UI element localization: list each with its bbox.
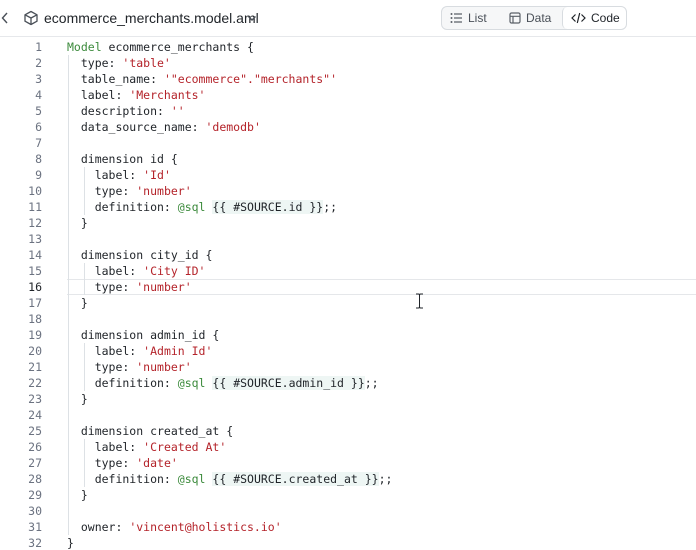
line-number: 24 — [28, 408, 42, 422]
line-number: 15 — [28, 264, 42, 278]
line-number: 6 — [35, 120, 42, 134]
line-number: 8 — [35, 152, 42, 166]
code-line[interactable] — [67, 135, 696, 151]
line-number: 10 — [28, 184, 42, 198]
line-number: 2 — [35, 56, 42, 70]
tab-code[interactable]: Code — [562, 7, 626, 29]
line-number-gutter: 1 2 3 4 5 6 7 8 9 10 11 12 13 14 15 16 1… — [0, 39, 48, 550]
tab-data[interactable]: Data — [501, 7, 562, 29]
code-line[interactable]: } — [67, 487, 696, 503]
code-line[interactable]: dimension admin_id { — [67, 327, 696, 343]
code-line[interactable]: Model ecommerce_merchants { — [67, 39, 696, 55]
line-number: 1 — [35, 40, 42, 54]
code-line[interactable]: owner: 'vincent@holistics.io' — [67, 519, 696, 535]
code-line[interactable]: } — [67, 391, 696, 407]
code-line[interactable]: label: 'Merchants' — [67, 87, 696, 103]
code-line[interactable] — [67, 231, 696, 247]
code-line[interactable] — [67, 407, 696, 423]
text-cursor-icon — [416, 293, 423, 309]
editor-header: ecommerce_merchants.model.aml List Data … — [0, 0, 696, 37]
code-icon — [571, 12, 586, 24]
tab-list[interactable]: List — [442, 7, 501, 29]
code-line[interactable]: dimension created_at { — [67, 423, 696, 439]
line-number-active: 16 — [28, 280, 42, 294]
code-line[interactable]: } — [67, 215, 696, 231]
tab-list-label: List — [468, 11, 487, 25]
line-number: 23 — [28, 392, 42, 406]
line-number: 20 — [28, 344, 42, 358]
line-number: 18 — [28, 312, 42, 326]
code-line[interactable]: } — [67, 295, 696, 311]
code-line[interactable]: definition: @sql {{ #SOURCE.id }};; — [67, 199, 696, 215]
list-icon — [450, 13, 462, 23]
line-number: 31 — [28, 520, 42, 534]
code-line[interactable]: } — [67, 535, 696, 550]
line-number: 7 — [35, 136, 42, 150]
code-line[interactable]: dimension city_id { — [67, 247, 696, 263]
cube-icon — [24, 10, 38, 26]
code-line[interactable]: data_source_name: 'demodb' — [67, 119, 696, 135]
line-number: 5 — [35, 104, 42, 118]
view-switcher: List Data Code — [441, 6, 627, 30]
line-number: 25 — [28, 424, 42, 438]
code-line[interactable]: type: 'date' — [67, 455, 696, 471]
chevron-down-icon[interactable] — [246, 12, 258, 24]
line-number: 19 — [28, 328, 42, 342]
code-line[interactable]: type: 'number' — [67, 183, 696, 199]
line-number: 9 — [35, 168, 42, 182]
chevron-left-icon — [1, 12, 8, 24]
tab-data-label: Data — [526, 11, 552, 25]
code-line[interactable]: type: 'number' — [67, 359, 696, 375]
code-line[interactable]: type: 'number' — [67, 279, 696, 295]
code-line[interactable]: type: 'table' — [67, 55, 696, 71]
line-number: 17 — [28, 296, 42, 310]
line-number: 21 — [28, 360, 42, 374]
code-line[interactable]: label: 'Created At' — [67, 439, 696, 455]
code-line[interactable]: table_name: '"ecommerce"."merchants"' — [67, 71, 696, 87]
code-line[interactable] — [67, 503, 696, 519]
line-number: 29 — [28, 488, 42, 502]
tab-code-label: Code — [591, 11, 620, 25]
line-number: 13 — [28, 232, 42, 246]
line-number: 12 — [28, 216, 42, 230]
back-button[interactable] — [0, 9, 10, 27]
code-line[interactable]: label: 'Admin Id' — [67, 343, 696, 359]
line-number: 4 — [35, 88, 42, 102]
line-number: 3 — [35, 72, 42, 86]
code-editor[interactable]: 1 2 3 4 5 6 7 8 9 10 11 12 13 14 15 16 1… — [0, 37, 696, 550]
code-line[interactable]: description: '' — [67, 103, 696, 119]
line-number: 28 — [28, 472, 42, 486]
line-number: 30 — [28, 504, 42, 518]
line-number: 14 — [28, 248, 42, 262]
code-line[interactable]: dimension id { — [67, 151, 696, 167]
code-lines[interactable]: Model ecommerce_merchants { type: 'table… — [67, 39, 696, 550]
line-number: 22 — [28, 376, 42, 390]
table-icon — [509, 12, 521, 24]
line-number: 11 — [28, 200, 42, 214]
line-number: 26 — [28, 440, 42, 454]
line-number: 32 — [28, 536, 42, 550]
line-number: 27 — [28, 456, 42, 470]
file-name: ecommerce_merchants.model.aml — [44, 10, 259, 26]
code-line[interactable] — [67, 311, 696, 327]
code-line[interactable]: definition: @sql {{ #SOURCE.created_at }… — [67, 471, 696, 487]
code-line[interactable]: label: 'City ID' — [67, 263, 696, 279]
code-line[interactable]: definition: @sql {{ #SOURCE.admin_id }};… — [67, 375, 696, 391]
code-line[interactable]: label: 'Id' — [67, 167, 696, 183]
